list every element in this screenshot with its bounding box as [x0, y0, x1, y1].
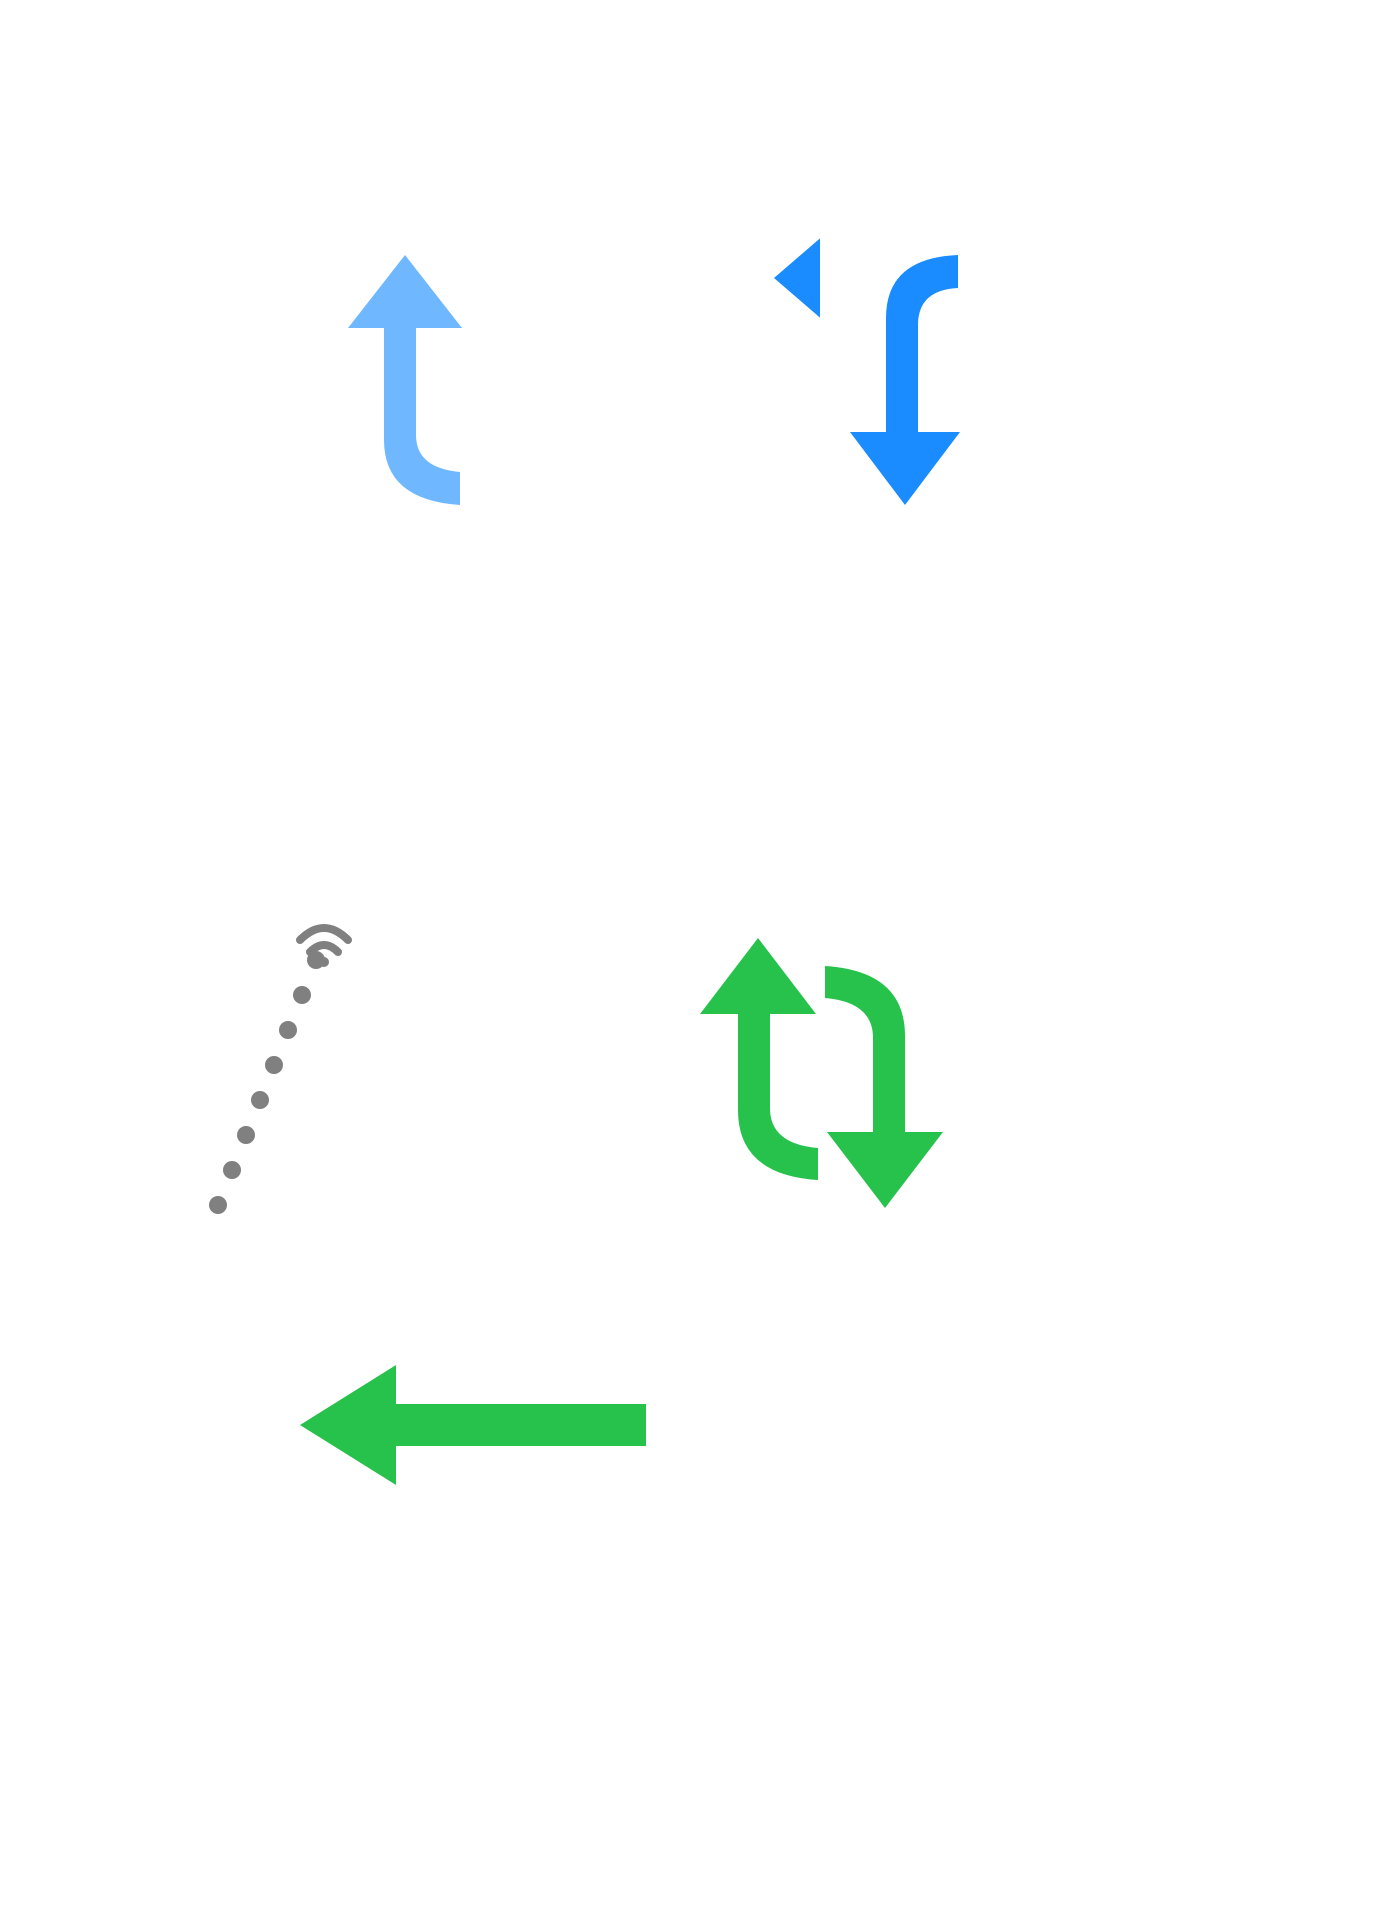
arrow-app-to-cloud: [338, 285, 455, 510]
oru-title: O-RU: [813, 1369, 1047, 1486]
updown-dotted-icon: [674, 1368, 754, 1488]
arrow-up-lightblue: [368, 296, 420, 510]
ecsite-app-box: ECCloud Interface ECSite App O-RU Contro…: [230, 510, 1060, 895]
text: SSH/TCP) and TLS: [940, 1019, 1194, 1054]
oru-controller-tab: O-RU Controller: [750, 823, 1050, 885]
sync-down: [825, 966, 943, 1208]
eccloud-logo-text: ECCloud: [380, 130, 781, 240]
text: communication: [510, 359, 720, 394]
oru-box: O-RU: [640, 1215, 1180, 1640]
diagram-title: ECSite App Field Deployment: [0, 1760, 1400, 1850]
dhcp-label: DHCP with option 43: [400, 1460, 610, 1529]
ecsite-app-title: ECSite App: [244, 634, 1046, 751]
text: NETConfTP (secured: [940, 984, 1224, 1019]
arrow-oru-down-final: [838, 953, 952, 1200]
text: DHCP with: [433, 1459, 577, 1494]
sync-up: [700, 938, 818, 1180]
arrow-app-oru-up: [712, 940, 830, 1185]
tab-label: ECCloud Interface: [268, 534, 512, 569]
arrow-app-to-cloud-icon: [337, 266, 455, 505]
netconf-label: NETConfTP (secured SSH/TCP) and TLS: [940, 985, 1290, 1054]
dotted-wifi-link: [209, 928, 348, 1214]
wifi-icon: [266, 815, 326, 865]
text: option 43: [441, 1494, 569, 1529]
text: MCloud-based: [510, 324, 708, 359]
diagram-canvas: ECCloud MCloud-based communication ECClo…: [0, 0, 1400, 1929]
eccloud-interface-tab: ECCloud Interface: [240, 520, 540, 582]
arrow-up-lightblue-final: [390, 302, 450, 510]
tab-label: O-RU Controller: [793, 837, 1006, 872]
arrow-app-oru-down: [828, 950, 946, 1195]
eccloud-logo: ECCloud: [380, 30, 1000, 300]
cloud-communication-label: MCloud-based communication: [510, 325, 810, 394]
router-icon: [60, 1220, 340, 1520]
arrow-up-to-cloud: [395, 318, 448, 508]
router-label: Router: [140, 1535, 230, 1570]
router: Router: [60, 1220, 340, 1560]
